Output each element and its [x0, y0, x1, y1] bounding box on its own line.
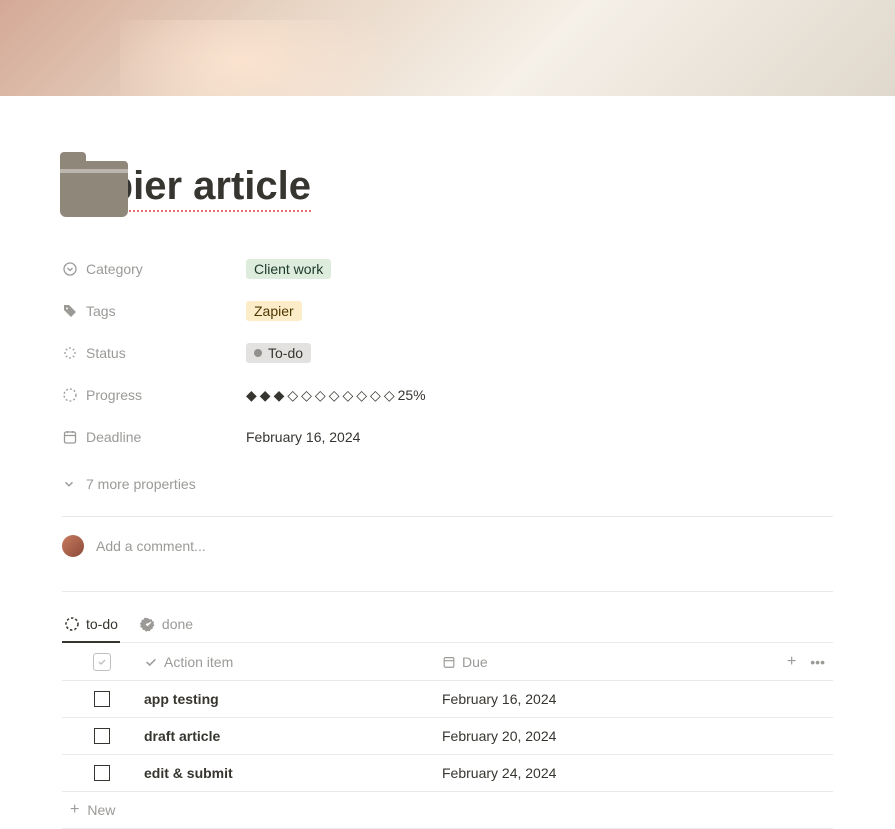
- table-row[interactable]: edit & submit February 24, 2024: [62, 755, 833, 792]
- row-checkbox[interactable]: [94, 765, 110, 781]
- property-deadline[interactable]: Deadline February 16, 2024: [62, 416, 833, 458]
- select-icon: [62, 261, 78, 277]
- property-tags[interactable]: Tags Zapier: [62, 290, 833, 332]
- more-properties-toggle[interactable]: 7 more properties: [62, 468, 833, 500]
- table-header: Action item Due + •••: [62, 643, 833, 681]
- row-action-item[interactable]: edit & submit: [144, 765, 233, 781]
- table-row[interactable]: draft article February 20, 2024: [62, 718, 833, 755]
- add-column-button[interactable]: +: [787, 654, 796, 670]
- progress-icon: [62, 387, 78, 403]
- property-label: Tags: [86, 303, 116, 319]
- tag-icon: [62, 303, 78, 319]
- comment-placeholder: Add a comment...: [96, 538, 206, 554]
- status-tag[interactable]: To-do: [246, 343, 311, 363]
- tag-item[interactable]: Zapier: [246, 301, 302, 321]
- status-icon: [62, 345, 78, 361]
- property-label: Deadline: [86, 429, 141, 445]
- property-progress[interactable]: Progress ◆◆◆◇◇◇◇◇◇◇◇ 25%: [62, 374, 833, 416]
- row-action-item[interactable]: app testing: [144, 691, 219, 707]
- chevron-down-icon: [62, 477, 76, 491]
- checkbox-column-icon: [93, 653, 111, 671]
- property-status[interactable]: Status To-do: [62, 332, 833, 374]
- row-due-date[interactable]: February 16, 2024: [442, 691, 556, 707]
- column-header-due[interactable]: Due: [442, 654, 763, 670]
- divider: [62, 591, 833, 592]
- avatar: [62, 535, 84, 557]
- tab-todo[interactable]: to-do: [62, 610, 120, 642]
- table-row[interactable]: app testing February 16, 2024: [62, 681, 833, 718]
- row-due-date[interactable]: February 24, 2024: [442, 765, 556, 781]
- plus-icon: +: [70, 802, 79, 818]
- progress-bar[interactable]: ◆◆◆◇◇◇◇◇◇◇◇ 25%: [246, 387, 426, 403]
- database-tabs: to-do done: [62, 610, 833, 643]
- column-header-action[interactable]: Action item: [142, 654, 442, 670]
- status-dot: [254, 349, 262, 357]
- tab-done[interactable]: done: [138, 610, 195, 642]
- row-due-date[interactable]: February 20, 2024: [442, 728, 556, 744]
- done-tab-icon: [140, 616, 156, 632]
- page-icon-folder[interactable]: [60, 151, 135, 216]
- calendar-icon: [62, 429, 78, 445]
- row-checkbox[interactable]: [94, 691, 110, 707]
- cover-image[interactable]: [0, 0, 895, 96]
- column-options-button[interactable]: •••: [810, 654, 825, 670]
- row-action-item[interactable]: draft article: [144, 728, 220, 744]
- todo-tab-icon: [64, 616, 80, 632]
- property-label: Category: [86, 261, 143, 277]
- calendar-icon: [442, 655, 456, 669]
- category-tag[interactable]: Client work: [246, 259, 331, 279]
- property-category[interactable]: Category Client work: [62, 248, 833, 290]
- property-label: Progress: [86, 387, 142, 403]
- comment-input-row[interactable]: Add a comment...: [62, 517, 833, 575]
- new-row-button[interactable]: + New: [62, 792, 833, 829]
- property-label: Status: [86, 345, 126, 361]
- deadline-value[interactable]: February 16, 2024: [246, 429, 360, 445]
- checkmark-icon: [144, 655, 158, 669]
- row-checkbox[interactable]: [94, 728, 110, 744]
